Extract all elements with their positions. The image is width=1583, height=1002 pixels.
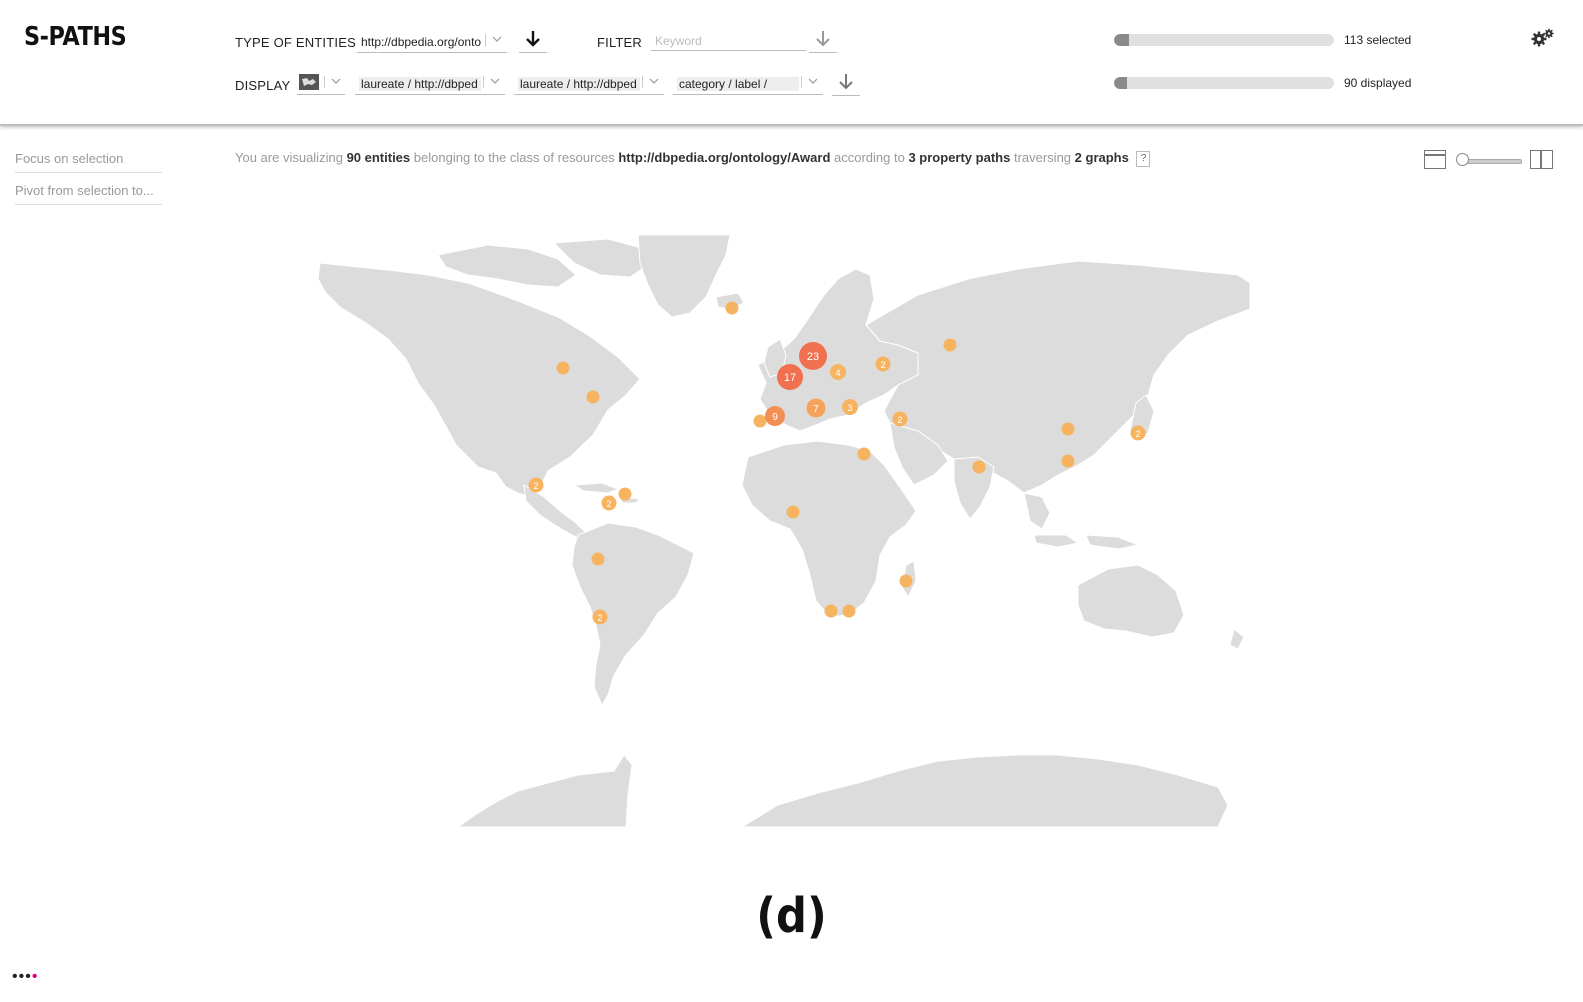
- pagination-dots[interactable]: ••••: [12, 968, 38, 986]
- cluster-count: 4: [835, 368, 840, 378]
- dots-dark: •••: [12, 968, 32, 985]
- cluster-count: 2: [1135, 429, 1140, 439]
- single-view-icon[interactable]: [1424, 150, 1446, 169]
- display-path-2-select[interactable]: laureate / http://dbped: [514, 74, 664, 95]
- select-separator: [642, 76, 643, 88]
- cluster-count: 3: [847, 403, 852, 413]
- displayed-count: 90 displayed: [1344, 76, 1412, 90]
- display-path-1-value: laureate / http://dbped: [359, 77, 481, 91]
- type-download-button[interactable]: [519, 28, 547, 53]
- slider-handle[interactable]: [1456, 153, 1469, 166]
- map-marker[interactable]: [586, 390, 600, 404]
- chevron-down-icon[interactable]: [330, 75, 342, 87]
- world-map[interactable]: 23 17 9 7 4 3 2 2 2 2 2 2: [318, 235, 1252, 827]
- chevron-down-icon[interactable]: [489, 75, 501, 87]
- chevron-down-icon[interactable]: [491, 33, 503, 45]
- map-marker[interactable]: [972, 460, 986, 474]
- select-separator: [801, 76, 802, 88]
- cluster-count: 23: [807, 351, 819, 363]
- display-label: DISPLAY: [235, 78, 291, 93]
- map-marker[interactable]: [1061, 454, 1075, 468]
- graph-count: 2 graphs: [1074, 150, 1129, 165]
- display-path-3-value: category / label /: [677, 77, 799, 91]
- cluster-count: 17: [784, 372, 796, 384]
- pivot-from-selection-link[interactable]: Pivot from selection to...: [15, 183, 162, 205]
- chevron-down-icon[interactable]: [648, 75, 660, 87]
- map-view-icon: [299, 74, 319, 90]
- map-marker[interactable]: [824, 604, 838, 618]
- select-separator: [483, 76, 484, 88]
- arrow-down-icon: [839, 74, 853, 90]
- class-uri: http://dbpedia.org/ontology/Award: [618, 150, 831, 165]
- cluster-count: 9: [772, 412, 778, 423]
- map-marker[interactable]: [1061, 422, 1075, 436]
- displayed-progress-bar: [1114, 77, 1334, 89]
- selected-progress-fill: [1114, 34, 1130, 46]
- filter-label: FILTER: [597, 35, 643, 50]
- map-marker[interactable]: [857, 447, 871, 461]
- map-marker[interactable]: [591, 552, 605, 566]
- cluster-count: 7: [813, 404, 819, 415]
- select-separator: [324, 76, 325, 88]
- map-marker[interactable]: [556, 361, 570, 375]
- cluster-count: 2: [606, 499, 611, 509]
- cluster-count: 2: [533, 481, 538, 491]
- map-marker[interactable]: [842, 604, 856, 618]
- displayed-progress-fill: [1114, 77, 1128, 89]
- selected-count: 113 selected: [1344, 33, 1412, 47]
- chevron-down-icon[interactable]: [807, 75, 819, 87]
- app-logo: S-PATHS: [24, 22, 127, 52]
- help-button[interactable]: ?: [1136, 150, 1151, 167]
- type-of-entities-select[interactable]: http://dbpedia.org/onto: [357, 32, 507, 53]
- top-toolbar: S-PATHS TYPE OF ENTITIES http://dbpedia.…: [0, 0, 1583, 126]
- display-path-3-select[interactable]: category / label /: [673, 74, 823, 95]
- type-of-entities-value: http://dbpedia.org/onto: [361, 35, 482, 49]
- map-marker[interactable]: [725, 301, 739, 315]
- arrow-down-icon: [526, 31, 540, 47]
- display-apply-button[interactable]: [832, 71, 860, 96]
- arrow-down-icon: [816, 31, 830, 47]
- filter-apply-button[interactable]: [809, 28, 837, 53]
- filter-keyword-input[interactable]: [651, 32, 806, 51]
- map-land: [318, 235, 1251, 827]
- type-of-entities-label: TYPE OF ENTITIES: [235, 35, 356, 50]
- display-view-select[interactable]: [297, 74, 345, 95]
- visualization-summary: You are visualizing 90 entities belongin…: [235, 150, 1151, 167]
- dot-active: •: [31, 968, 39, 985]
- figure-caption: (d): [756, 888, 827, 944]
- selected-progress-bar: [1114, 34, 1334, 46]
- map-marker[interactable]: [618, 487, 632, 501]
- display-path-2-value: laureate / http://dbped: [518, 77, 640, 91]
- cluster-count: 2: [897, 415, 902, 425]
- display-path-1-select[interactable]: laureate / http://dbped: [355, 74, 505, 95]
- cluster-count: 2: [880, 360, 885, 370]
- focus-on-selection-link[interactable]: Focus on selection: [15, 151, 162, 173]
- path-count: 3 property paths: [908, 150, 1011, 165]
- settings-gear-icon[interactable]: [1531, 28, 1555, 50]
- select-separator: [485, 34, 486, 46]
- map-marker[interactable]: [786, 505, 800, 519]
- map-marker[interactable]: [899, 574, 913, 588]
- map-marker[interactable]: [943, 338, 957, 352]
- split-view-icon[interactable]: [1530, 150, 1553, 169]
- map-marker[interactable]: [753, 414, 767, 428]
- entity-count: 90 entities: [346, 150, 411, 165]
- cluster-count: 2: [597, 613, 602, 623]
